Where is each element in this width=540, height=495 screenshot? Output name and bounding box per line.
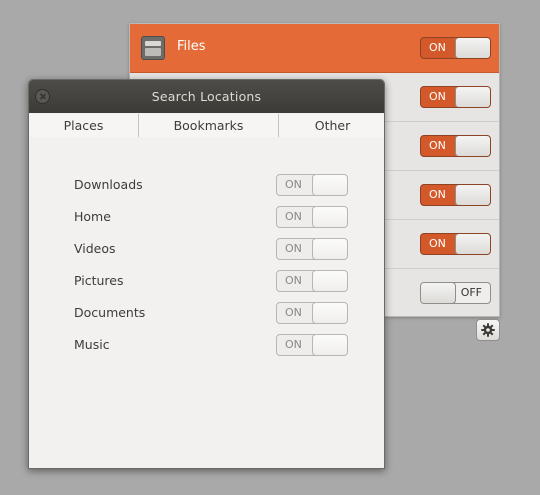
- toggle-knob[interactable]: [455, 136, 490, 156]
- titlebar[interactable]: Search Locations: [29, 80, 384, 113]
- file-cabinet-icon: [141, 36, 165, 60]
- tab-bar: Places Bookmarks Other: [29, 114, 384, 137]
- toggle-state: ON: [285, 306, 302, 319]
- provider-toggle[interactable]: ON: [420, 184, 491, 206]
- toggle-knob[interactable]: [455, 234, 490, 254]
- location-label: Music: [74, 337, 110, 352]
- location-toggle[interactable]: ON: [276, 206, 348, 228]
- toggle-state: ON: [285, 178, 302, 191]
- settings-button[interactable]: [476, 319, 500, 341]
- location-label: Videos: [74, 241, 116, 256]
- toggle-state: ON: [429, 237, 446, 250]
- provider-toggle[interactable]: ON: [420, 233, 491, 255]
- location-label: Home: [74, 209, 111, 224]
- location-label: Downloads: [74, 177, 143, 192]
- tab-places[interactable]: Places: [29, 114, 139, 137]
- toggle-knob[interactable]: [312, 335, 347, 355]
- location-row-downloads: Downloads ON: [29, 174, 384, 198]
- toggle-knob[interactable]: [312, 175, 347, 195]
- location-toggle[interactable]: ON: [276, 302, 348, 324]
- location-row-home: Home ON: [29, 206, 384, 230]
- toggle-state: ON: [429, 188, 446, 201]
- location-row-pictures: Pictures ON: [29, 270, 384, 294]
- toggle-knob[interactable]: [421, 283, 456, 303]
- provider-toggle[interactable]: OFF: [420, 282, 491, 304]
- toggle-knob[interactable]: [455, 87, 490, 107]
- tab-bookmarks[interactable]: Bookmarks: [139, 114, 279, 137]
- toggle-knob[interactable]: [312, 207, 347, 227]
- toggle-state: ON: [285, 274, 302, 287]
- location-toggle[interactable]: ON: [276, 334, 348, 356]
- toggle-knob[interactable]: [312, 239, 347, 259]
- provider-toggle[interactable]: ON: [420, 37, 491, 59]
- toggle-state: OFF: [460, 286, 482, 299]
- gear-icon: [481, 323, 495, 337]
- location-row-music: Music ON: [29, 334, 384, 358]
- toggle-knob[interactable]: [455, 185, 490, 205]
- search-locations-dialog: Search Locations Places Bookmarks Other …: [28, 79, 385, 469]
- location-row-videos: Videos ON: [29, 238, 384, 262]
- location-toggle[interactable]: ON: [276, 174, 348, 196]
- location-label: Pictures: [74, 273, 124, 288]
- toggle-knob[interactable]: [455, 38, 490, 58]
- provider-toggle[interactable]: ON: [420, 135, 491, 157]
- toggle-state: ON: [285, 338, 302, 351]
- dialog-title: Search Locations: [151, 89, 262, 104]
- provider-row-files[interactable]: Files ON: [130, 24, 499, 73]
- toggle-knob[interactable]: [312, 303, 347, 323]
- toggle-state: ON: [429, 41, 446, 54]
- location-row-documents: Documents ON: [29, 302, 384, 326]
- toggle-state: ON: [429, 90, 446, 103]
- toggle-state: ON: [285, 242, 302, 255]
- tab-other[interactable]: Other: [279, 114, 384, 137]
- toggle-state: ON: [429, 139, 446, 152]
- toggle-knob[interactable]: [312, 271, 347, 291]
- location-toggle[interactable]: ON: [276, 238, 348, 260]
- location-toggle[interactable]: ON: [276, 270, 348, 292]
- location-label: Documents: [74, 305, 146, 320]
- provider-toggle[interactable]: ON: [420, 86, 491, 108]
- provider-label: Files: [177, 39, 206, 54]
- toggle-state: ON: [285, 210, 302, 223]
